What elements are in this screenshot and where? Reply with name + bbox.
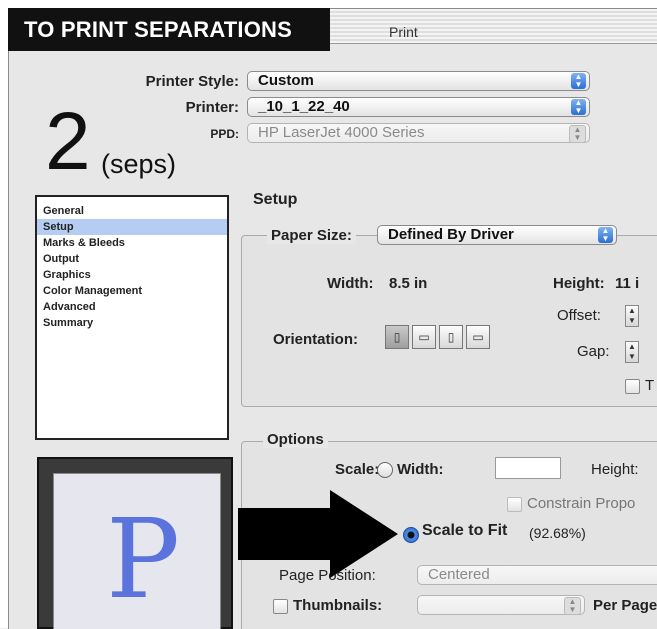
height-value: 11 i	[615, 275, 640, 292]
ppd-label: PPD:	[210, 127, 239, 141]
reverse-portrait-icon: ▯	[447, 330, 455, 344]
orientation-label: Orientation:	[273, 331, 358, 348]
gap-stepper[interactable]: ▲ ▼	[625, 341, 639, 363]
popup-arrows-icon: ▲ ▼	[598, 227, 613, 243]
seps-caption: (seps)	[101, 149, 177, 179]
transverse-checkbox[interactable]	[625, 379, 640, 394]
preview-letter: P	[106, 495, 181, 623]
width-label: Width:	[327, 275, 374, 292]
tutorial-banner: TO PRINT SEPARATIONS	[8, 8, 330, 51]
scale-to-fit-label: Scale to Fit	[422, 522, 508, 539]
constrain-proportions-checkbox[interactable]	[507, 497, 522, 512]
sidebar-item-summary[interactable]: Summary	[37, 315, 227, 331]
scale-width-label: Width:	[397, 461, 444, 478]
gap-label: Gap:	[577, 343, 610, 360]
popup-arrows-icon: ▲ ▼	[569, 125, 586, 143]
callout-arrow-icon	[238, 490, 398, 578]
sidebar-item-graphics[interactable]: Graphics	[37, 267, 227, 283]
scale-width-field[interactable]	[495, 457, 561, 479]
page-preview: P	[37, 457, 233, 629]
sidebar-item-setup[interactable]: Setup	[37, 219, 227, 235]
scale-width-radio[interactable]	[377, 462, 393, 478]
printer-value: _10_1_22_40	[258, 98, 350, 115]
step-number: 2	[45, 96, 91, 187]
thumbnails-label: Thumbnails:	[293, 597, 383, 614]
sidebar-item-general[interactable]: General	[37, 203, 227, 219]
paper-size-value: Defined By Driver	[388, 226, 514, 243]
offset-label: Offset:	[557, 307, 601, 324]
sidebar-item-advanced[interactable]: Advanced	[37, 299, 227, 315]
per-page-label: Per Page	[593, 597, 657, 614]
printer-popup[interactable]: _10_1_22_40 ▲ ▼	[247, 97, 590, 117]
scale-height-label: Height:	[591, 461, 639, 478]
scale-to-fit-percent: (92.68%)	[529, 525, 586, 541]
orientation-landscape-button[interactable]: ▭	[412, 325, 436, 349]
preview-page: P	[53, 473, 221, 629]
height-label: Height:	[553, 275, 605, 292]
thumbnails-checkbox[interactable]	[273, 599, 288, 614]
sidebar-item-color-management[interactable]: Color Management	[37, 283, 227, 299]
scale-label: Scale:	[335, 461, 380, 478]
constrain-proportions-label: Constrain Propo	[527, 495, 636, 512]
ppd-value: HP LaserJet 4000 Series	[258, 124, 425, 141]
thumbnails-popup[interactable]: ▲ ▼	[417, 595, 585, 615]
portrait-icon: ▯	[393, 330, 401, 344]
popup-arrows-icon: ▲ ▼	[571, 99, 586, 115]
top-edge	[0, 0, 657, 8]
printer-label: Printer:	[185, 99, 239, 116]
popup-arrows-icon: ▲ ▼	[571, 73, 586, 89]
page-position-value: Centered	[428, 566, 490, 583]
orientation-reverse-landscape-button[interactable]: ▭	[466, 325, 490, 349]
printer-style-popup[interactable]: Custom ▲ ▼	[247, 71, 590, 91]
printer-style-label: Printer Style:	[145, 73, 239, 90]
popup-arrows-icon: ▲ ▼	[564, 597, 581, 615]
category-list: General Setup Marks & Bleeds Output Grap…	[35, 195, 229, 440]
ppd-popup: HP LaserJet 4000 Series ▲ ▼	[247, 123, 590, 143]
sidebar-item-output[interactable]: Output	[37, 251, 227, 267]
page-position-popup[interactable]: Centered	[417, 565, 657, 585]
orientation-portrait-button[interactable]: ▯	[385, 325, 409, 349]
transverse-label: T	[645, 377, 655, 394]
reverse-landscape-icon: ▭	[472, 330, 484, 344]
width-value: 8.5 in	[389, 275, 428, 292]
offset-stepper[interactable]: ▲ ▼	[625, 305, 639, 327]
landscape-icon: ▭	[418, 330, 430, 344]
left-edge	[0, 0, 8, 628]
options-group-label: Options	[263, 431, 328, 448]
setup-section-title: Setup	[253, 191, 298, 208]
window-title: Print	[389, 24, 418, 40]
paper-size-popup[interactable]: Defined By Driver ▲ ▼	[377, 225, 617, 245]
paper-size-label: Paper Size:	[267, 227, 356, 244]
orientation-reverse-portrait-button[interactable]: ▯	[439, 325, 463, 349]
sidebar-item-marks-bleeds[interactable]: Marks & Bleeds	[37, 235, 227, 251]
printer-style-value: Custom	[258, 72, 314, 89]
